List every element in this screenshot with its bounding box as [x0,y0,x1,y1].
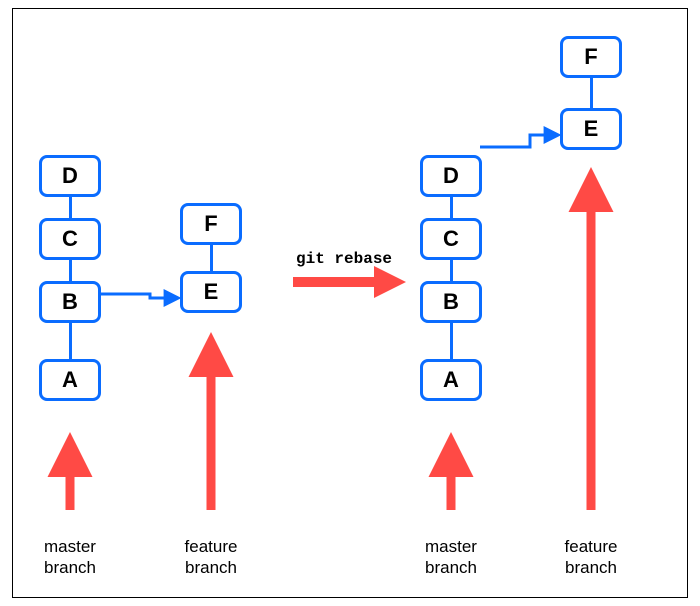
commit-box: D [39,155,101,197]
commit-box: D [420,155,482,197]
commit-connector [450,197,453,218]
commit-box: C [420,218,482,260]
commit-connector [69,197,72,218]
label-master-right: masterbranch [406,536,496,579]
label-master-left: masterbranch [25,536,115,579]
commit-connector [69,260,72,281]
commit-connector [210,245,213,271]
label-feature-left: featurebranch [166,536,256,579]
commit-box: F [180,203,242,245]
commit-box: B [39,281,101,323]
commit-box: F [560,36,622,78]
commit-box: E [560,108,622,150]
commit-box: C [39,218,101,260]
commit-box: E [180,271,242,313]
diagram-canvas: D C B A F E D C B A F E git rebase maste… [0,0,700,606]
operation-label: git rebase [296,250,392,268]
commit-connector [450,323,453,359]
commit-box: A [420,359,482,401]
outer-frame [12,8,688,598]
label-feature-right: featurebranch [546,536,636,579]
commit-box: A [39,359,101,401]
commit-connector [69,323,72,359]
commit-box: B [420,281,482,323]
commit-connector [450,260,453,281]
commit-connector [590,78,593,108]
